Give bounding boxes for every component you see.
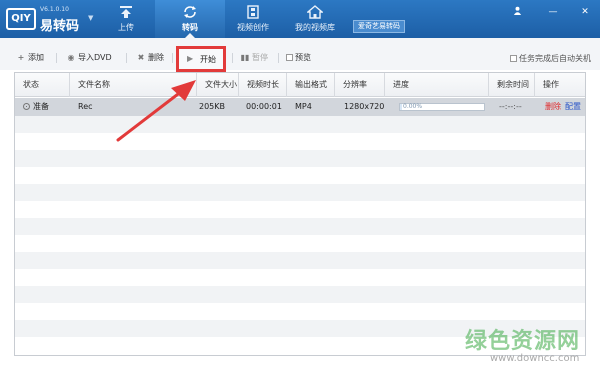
column-header[interactable]: 操作 (535, 73, 585, 97)
progress-bar: 0.00% (399, 103, 485, 111)
format-cell: MP4 (295, 102, 312, 111)
column-header[interactable]: 文件大小 (197, 73, 239, 97)
row-delete-link[interactable]: 删除 (545, 102, 561, 111)
toolbar-divider (278, 53, 279, 63)
table-row[interactable]: 准备 Rec 205KB 00:00:01 MP4 1280x720 0.00%… (15, 98, 585, 116)
tab-video-library[interactable]: 我的视频库 (280, 0, 350, 38)
upload-icon (120, 6, 132, 18)
pause-button[interactable]: ▮▮ 暂停 (240, 52, 268, 64)
auto-shutdown-checkbox[interactable]: 任务完成后自动关机 (510, 53, 591, 64)
tab-convert-label: 转码 (182, 23, 198, 32)
toolbar-divider (56, 53, 57, 63)
checkbox-icon (286, 54, 293, 61)
user-icon[interactable] (508, 6, 526, 18)
empty-row (15, 167, 585, 184)
title-bar: QIY V6.1.0.10 易转码 ▼ 上传 转码 视频创作 我的视频库 爱奇艺… (0, 0, 600, 38)
column-header[interactable]: 文件名称 (70, 73, 197, 97)
watermark-url: www.downcc.com (490, 353, 580, 364)
import-dvd-button[interactable]: ◉ 导入DVD (66, 52, 112, 64)
progress-fill (400, 104, 402, 110)
table-header: 状态 文件名称 文件大小 视频时长 输出格式 分辨率 进度 剩余时间 操作 (15, 73, 585, 97)
play-icon: ▶ (187, 54, 194, 63)
tab-video-create[interactable]: 视频创作 (218, 0, 288, 38)
toolbar-divider (172, 53, 173, 63)
add-label: 添加 (28, 53, 44, 62)
column-header[interactable]: 剩余时间 (489, 73, 535, 97)
empty-row (15, 218, 585, 235)
preview-checkbox[interactable]: 预览 (286, 52, 311, 64)
app-logo: QIY V6.1.0.10 易转码 (6, 4, 88, 34)
status-icon (23, 103, 30, 110)
delete-icon: ✖ (137, 53, 145, 62)
promo-badge[interactable]: 爱奇艺易转码 (353, 20, 405, 33)
delete-button[interactable]: ✖ 删除 (136, 52, 164, 64)
filename-cell: Rec (78, 102, 93, 111)
toolbar-divider (126, 53, 127, 63)
start-button[interactable]: ▶ 开始 (176, 46, 226, 72)
empty-row (15, 184, 585, 201)
row-config-link[interactable]: 配置 (565, 102, 581, 111)
checkbox-icon (510, 55, 517, 62)
tab-video-library-label: 我的视频库 (295, 23, 335, 32)
empty-row (15, 116, 585, 133)
empty-row (15, 286, 585, 303)
toolbar: + 添加 ◉ 导入DVD ✖ 删除 ▶ 开始 ▮▮ 暂停 预览 任务完成后自动关机 (0, 38, 600, 72)
empty-row (15, 252, 585, 269)
disc-icon: ◉ (67, 53, 75, 62)
close-icon[interactable]: ✕ (576, 6, 594, 18)
tab-upload[interactable]: 上传 (91, 0, 161, 38)
film-icon (247, 5, 259, 19)
task-table: 状态 文件名称 文件大小 视频时长 输出格式 分辨率 进度 剩余时间 操作 准备… (14, 72, 586, 356)
column-header[interactable]: 进度 (385, 73, 489, 97)
empty-row (15, 150, 585, 167)
remaining-cell: --:--:-- (499, 102, 522, 111)
tab-video-create-label: 视频创作 (237, 23, 269, 32)
app-version: V6.1.0.10 (40, 6, 69, 13)
logo-mark: QIY (6, 8, 36, 30)
plus-icon: + (17, 53, 25, 62)
tab-upload-label: 上传 (118, 23, 134, 32)
empty-row (15, 133, 585, 150)
start-label: 开始 (200, 55, 216, 64)
column-header[interactable]: 视频时长 (239, 73, 287, 97)
import-dvd-label: 导入DVD (78, 53, 112, 62)
pause-icon: ▮▮ (240, 53, 250, 62)
resolution-cell: 1280x720 (344, 102, 385, 111)
empty-row (15, 235, 585, 252)
watermark-title: 绿色资源网 (465, 329, 581, 354)
column-header[interactable]: 输出格式 (287, 73, 335, 97)
progress-text: 0.00% (403, 103, 423, 110)
size-cell: 205KB (199, 102, 226, 111)
auto-shutdown-label: 任务完成后自动关机 (519, 54, 591, 63)
convert-icon (184, 6, 196, 18)
status-cell: 准备 (23, 98, 49, 116)
column-header[interactable]: 分辨率 (335, 73, 385, 97)
delete-label: 删除 (148, 53, 164, 62)
empty-row (15, 269, 585, 286)
operations-cell: 删除 配置 (545, 98, 581, 116)
column-header[interactable]: 状态 (15, 73, 70, 97)
status-text: 准备 (33, 102, 49, 111)
pause-label: 暂停 (252, 53, 268, 62)
duration-cell: 00:00:01 (246, 102, 282, 111)
empty-row (15, 201, 585, 218)
app-name: 易转码 (40, 19, 80, 34)
toolbar-divider (232, 53, 233, 63)
minimize-icon[interactable]: — (544, 6, 562, 18)
add-button[interactable]: + 添加 (16, 52, 44, 64)
preview-label: 预览 (295, 53, 311, 62)
home-icon (307, 5, 323, 19)
tab-convert[interactable]: 转码 (155, 0, 225, 38)
empty-row (15, 303, 585, 320)
